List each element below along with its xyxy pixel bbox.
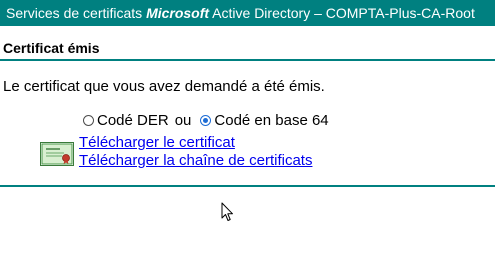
base64-label[interactable]: Codé en base 64 xyxy=(214,112,328,129)
download-certificate-link[interactable]: Télécharger le certificat xyxy=(79,134,312,152)
banner-suffix: Active Directory – COMPTA-Plus-CA-Root xyxy=(209,5,475,21)
certificate-icon xyxy=(40,142,74,166)
der-radio[interactable] xyxy=(83,115,94,126)
banner-brand: Microsoft xyxy=(146,5,210,21)
banner-prefix: Services de certificats xyxy=(6,5,147,21)
title-banner-text: Services de certificats Microsoft Active… xyxy=(0,0,495,26)
base64-radio[interactable] xyxy=(200,115,212,126)
der-label[interactable]: Codé DER xyxy=(97,112,169,129)
page-title: Certificat émis xyxy=(3,40,100,56)
footer-divider xyxy=(0,185,495,187)
option-separator: ou xyxy=(174,112,192,129)
title-banner: Services de certificats Microsoft Active… xyxy=(0,0,495,26)
encoding-options: Codé DER ou Codé en base 64 xyxy=(83,112,329,129)
mouse-pointer-icon xyxy=(221,202,233,221)
download-chain-link[interactable]: Télécharger la chaîne de certificats xyxy=(79,152,312,170)
issued-message: Le certificat que vous avez demandé a ét… xyxy=(3,78,325,95)
download-links: Télécharger le certificat Télécharger la… xyxy=(79,134,312,170)
header-divider xyxy=(0,59,495,61)
